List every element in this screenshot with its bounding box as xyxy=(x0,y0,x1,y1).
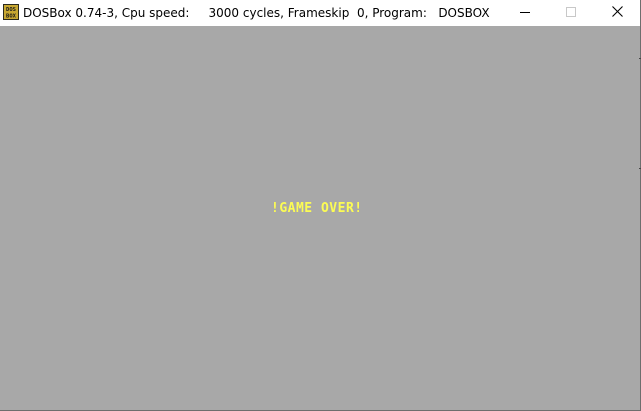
dosbox-icon-text-top: DOS xyxy=(6,7,16,13)
dosbox-icon-text-bottom: BOX xyxy=(6,14,17,20)
game-over-message: !GAME OVER! xyxy=(271,201,363,216)
close-icon xyxy=(611,6,623,20)
dos-screen[interactable]: !GAME OVER! xyxy=(0,26,640,410)
minimize-icon xyxy=(520,6,530,20)
window-title: DOSBox 0.74-3, Cpu speed: 3000 cycles, F… xyxy=(23,6,490,20)
maximize-icon xyxy=(566,6,576,20)
dosbox-window: DOS BOX DOSBox 0.74-3, Cpu speed: 3000 c… xyxy=(0,0,641,411)
minimize-button[interactable] xyxy=(502,0,548,26)
dosbox-icon[interactable]: DOS BOX xyxy=(3,4,19,20)
title-bar[interactable]: DOS BOX DOSBox 0.74-3, Cpu speed: 3000 c… xyxy=(0,0,640,26)
close-button[interactable] xyxy=(594,0,640,26)
maximize-button[interactable] xyxy=(548,0,594,26)
